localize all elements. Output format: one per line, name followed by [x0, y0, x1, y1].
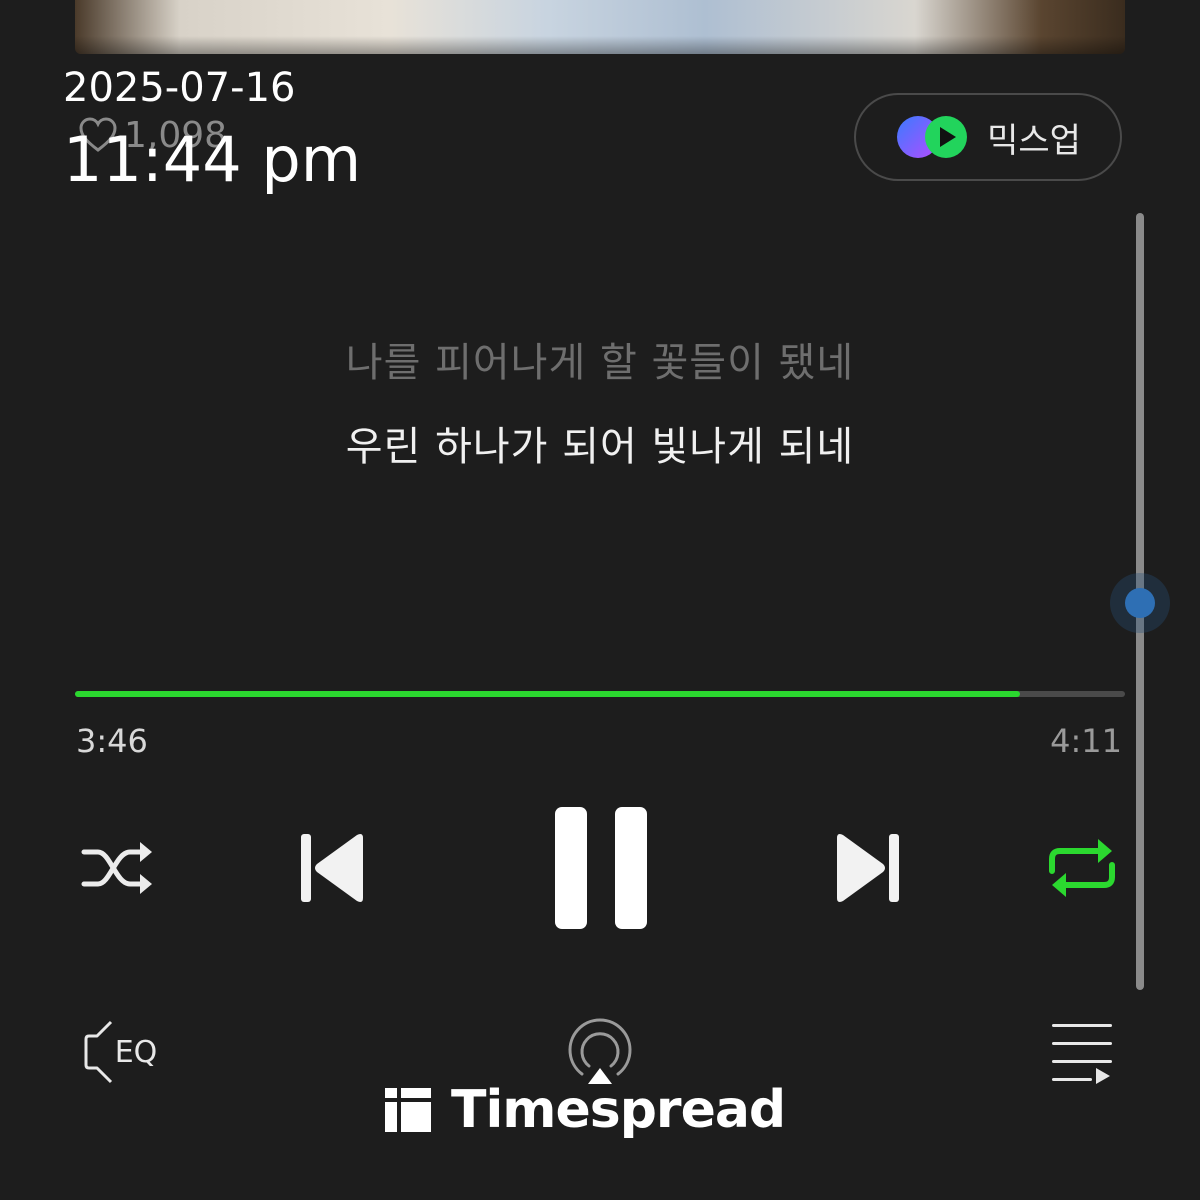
- watermark-logo-icon: [385, 1088, 431, 1132]
- watermark-text: Timespread: [451, 1080, 786, 1140]
- shuffle-button[interactable]: [78, 835, 156, 901]
- album-art[interactable]: [75, 0, 1125, 54]
- mixup-label: 믹스업: [987, 120, 1081, 161]
- mixup-button[interactable]: 믹스업: [854, 93, 1122, 181]
- skip-previous-icon: [301, 834, 363, 902]
- eq-label: EQ: [114, 1034, 158, 1070]
- lyric-line-previous[interactable]: 나를 피어나게 할 꽃들이 됐네: [0, 330, 1200, 388]
- overlay-date: 2025-07-16: [63, 65, 296, 111]
- lyric-line-current[interactable]: 우린 하나가 되어 빛나게 되네: [0, 414, 1200, 472]
- shuffle-icon: [81, 842, 152, 894]
- next-button[interactable]: [832, 830, 902, 906]
- lyrics-scroll-thumb[interactable]: [1110, 573, 1170, 633]
- mixup-icon: [897, 116, 968, 158]
- repeat-icon: [1049, 839, 1115, 897]
- playlist-button[interactable]: [1050, 1022, 1114, 1084]
- airplay-icon: [568, 1018, 632, 1084]
- repeat-button[interactable]: [1046, 835, 1118, 901]
- elapsed-time: 3:46: [76, 722, 148, 760]
- speaker-icon: [84, 1020, 112, 1084]
- skip-next-icon: [837, 834, 899, 902]
- progress-bar[interactable]: [75, 691, 1125, 697]
- eq-button[interactable]: EQ: [74, 1018, 166, 1086]
- overlay-time: 11:44 pm: [63, 123, 362, 196]
- total-time: 4:11: [1050, 722, 1122, 760]
- pause-icon: [555, 807, 647, 929]
- album-art-shade: [75, 36, 1125, 54]
- airplay-button[interactable]: [562, 1016, 638, 1086]
- playlist-icon: [1052, 1024, 1112, 1084]
- watermark: Timespread: [383, 1078, 786, 1142]
- pause-button[interactable]: [552, 805, 650, 931]
- progress-fill: [75, 691, 1020, 697]
- previous-button[interactable]: [298, 830, 368, 906]
